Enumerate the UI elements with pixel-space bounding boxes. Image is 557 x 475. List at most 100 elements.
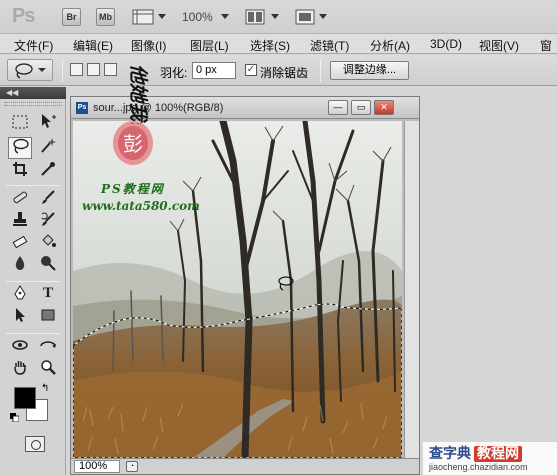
document-canvas[interactable]: 彭	[73, 121, 402, 458]
corner-site-badge: 查字典 教程网 jiaocheng.chazidian.com	[423, 442, 557, 475]
stamp-icon	[13, 212, 27, 226]
rectangle-icon	[41, 309, 55, 321]
hand-tool[interactable]	[8, 359, 32, 381]
panel-grip[interactable]	[4, 102, 62, 106]
minimize-button[interactable]: —	[328, 100, 348, 115]
eraser-icon	[12, 235, 28, 249]
screen-mode-icon[interactable]	[295, 8, 315, 26]
menu-image[interactable]: 图像(I)	[131, 37, 166, 54]
antialias-checkbox[interactable]: ✓	[245, 64, 257, 76]
type-tool[interactable]: T	[36, 285, 60, 307]
restore-button[interactable]: ▭	[351, 100, 371, 115]
3d-rotate-tool[interactable]	[8, 337, 32, 359]
clone-stamp-tool[interactable]	[8, 211, 32, 233]
vertical-scrollbar[interactable]	[404, 121, 419, 458]
dodge-icon	[41, 256, 56, 271]
status-zoom-field[interactable]: 100%	[74, 460, 120, 473]
chevron-down-icon[interactable]	[221, 14, 229, 19]
lasso-tool[interactable]	[8, 137, 32, 159]
zoom-tool[interactable]	[36, 359, 60, 381]
options-bar: 羽化: 0 px ✓ 消除锯齿 调整边缘...	[0, 55, 557, 86]
application-bar: Ps Br Mb 100%	[0, 0, 557, 34]
spot-healing-brush-tool[interactable]	[8, 189, 32, 211]
dodge-tool[interactable]	[36, 255, 60, 277]
path-selection-tool[interactable]	[8, 307, 32, 329]
brush-icon	[42, 190, 55, 204]
arrange-documents-icon[interactable]	[245, 8, 265, 26]
document-status-bar: 100% ◔	[71, 458, 419, 474]
status-menu-icon[interactable]: ◔	[126, 461, 138, 472]
move-tool[interactable]	[36, 113, 60, 135]
menu-view[interactable]: 视图(V)	[479, 37, 519, 54]
foreground-color-swatch[interactable]	[14, 387, 36, 409]
magic-wand-icon	[41, 138, 56, 153]
move-icon	[42, 114, 56, 128]
badge-url: jiaocheng.chazidian.com	[429, 462, 528, 472]
add-to-selection-button[interactable]	[87, 63, 100, 76]
pen-icon	[14, 285, 26, 300]
menu-select[interactable]: 选择(S)	[250, 37, 290, 54]
healing-brush-icon	[13, 191, 28, 204]
eyedropper-icon	[41, 162, 55, 176]
zoom-level-display[interactable]: 100%	[182, 10, 213, 24]
new-selection-button[interactable]	[70, 63, 83, 76]
chevron-down-icon[interactable]	[319, 14, 327, 19]
menu-filter[interactable]: 滤镜(T)	[310, 37, 349, 54]
menu-file[interactable]: 文件(F)	[14, 37, 53, 54]
3d-rotate-icon	[12, 340, 28, 350]
tools-panel-header[interactable]: ◀◀	[0, 87, 66, 99]
photoshop-document-icon: Ps	[76, 102, 88, 114]
history-brush-tool[interactable]	[36, 211, 60, 233]
tool-preset-picker[interactable]	[7, 59, 53, 81]
menu-3d[interactable]: 3D(D)	[430, 37, 462, 51]
eyedropper-tool[interactable]	[36, 161, 60, 183]
brush-tool[interactable]	[36, 189, 60, 211]
menu-window[interactable]: 窗	[540, 37, 552, 54]
eraser-tool[interactable]	[8, 233, 32, 255]
divider	[6, 185, 60, 186]
crop-tool[interactable]	[8, 161, 32, 183]
subtract-from-selection-button[interactable]	[104, 63, 117, 76]
default-colors-icon[interactable]	[10, 413, 19, 422]
forest-photo: 彭	[73, 121, 402, 458]
feather-label: 羽化:	[160, 66, 188, 80]
feather-input[interactable]: 0 px	[192, 62, 236, 79]
blur-tool[interactable]	[8, 255, 32, 277]
menu-analysis[interactable]: 分析(A)	[370, 37, 410, 54]
rectangle-tool[interactable]	[36, 307, 60, 329]
view-extras-icon[interactable]	[132, 8, 154, 26]
lasso-icon	[15, 63, 46, 79]
divider	[6, 281, 60, 282]
separator	[62, 59, 63, 82]
document-title-bar[interactable]: Ps sour...jpg @ 100%(RGB/8) — ▭ ✕	[71, 97, 419, 119]
type-icon: T	[42, 285, 53, 301]
red-seal-stamp: 彭	[113, 121, 153, 165]
pen-tool[interactable]	[8, 285, 32, 307]
mini-bridge-button[interactable]: Mb	[96, 8, 115, 26]
chevron-down-icon[interactable]	[271, 14, 279, 19]
bridge-button[interactable]: Br	[62, 8, 81, 26]
zoom-magnifier-icon	[41, 360, 56, 375]
history-brush-icon	[41, 212, 55, 226]
rectangular-marquee-tool[interactable]	[8, 113, 32, 135]
path-selection-icon	[16, 308, 25, 322]
crop-icon	[13, 162, 27, 176]
3d-orbit-icon	[40, 341, 56, 348]
paint-bucket-icon	[42, 234, 56, 247]
badge-title-right: 教程网	[474, 446, 522, 462]
paint-bucket-tool[interactable]	[36, 233, 60, 255]
chevron-down-icon[interactable]	[158, 14, 166, 19]
3d-orbit-tool[interactable]	[36, 337, 60, 359]
quick-mask-button[interactable]	[25, 436, 45, 452]
collapse-arrows-icon[interactable]: ◀◀	[6, 87, 18, 99]
swap-colors-icon[interactable]: ↰	[41, 383, 49, 394]
lasso-icon	[13, 138, 29, 154]
refine-edge-button[interactable]: 调整边缘...	[330, 61, 409, 80]
document-title: sour...jpg @ 100%(RGB/8)	[93, 102, 224, 114]
menu-edit[interactable]: 编辑(E)	[73, 37, 113, 54]
close-button[interactable]: ✕	[374, 100, 394, 115]
quick-selection-tool[interactable]	[36, 137, 60, 159]
marquee-icon	[12, 115, 28, 129]
menu-layer[interactable]: 图层(L)	[190, 37, 229, 54]
divider	[6, 333, 60, 334]
